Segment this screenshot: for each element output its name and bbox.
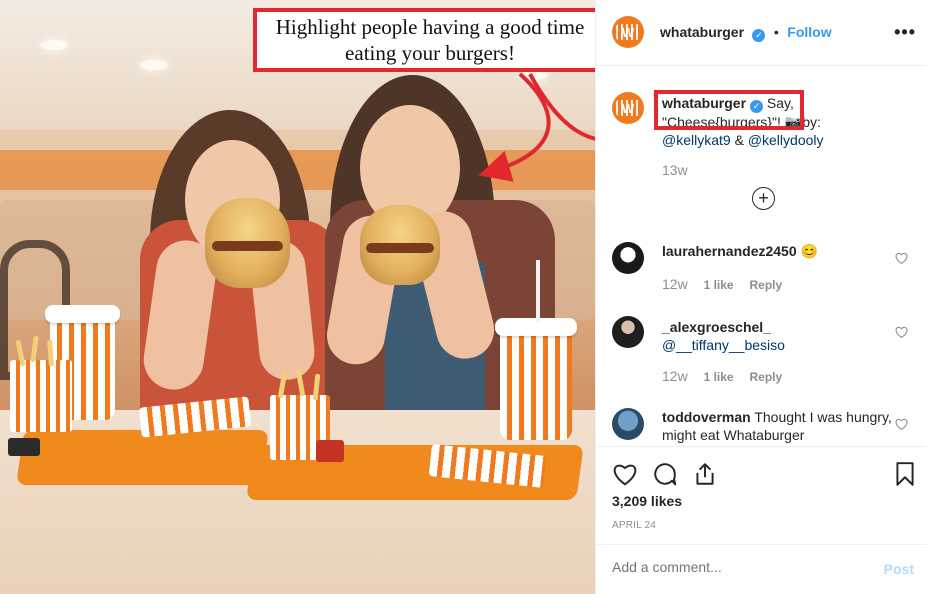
comment-icon[interactable] <box>652 461 678 487</box>
header-username[interactable]: whataburger <box>660 24 744 40</box>
tray <box>16 430 269 485</box>
separator-dot: • <box>773 24 779 40</box>
cup <box>500 330 572 440</box>
whataburger-avatar[interactable] <box>612 16 644 48</box>
comment-time[interactable]: 12w <box>662 368 688 384</box>
reply-button[interactable]: Reply <box>750 278 783 292</box>
verified-check-icon: ✓ <box>752 29 766 42</box>
share-icon[interactable] <box>692 461 718 487</box>
follow-button[interactable]: Follow <box>787 24 831 40</box>
comment-likes[interactable]: 1 like <box>704 278 734 292</box>
ceiling-light <box>140 60 168 70</box>
post-date: APRIL 24 <box>612 520 657 531</box>
post-photo[interactable] <box>0 0 595 594</box>
reply-button[interactable]: Reply <box>750 370 783 384</box>
likes-count[interactable]: 3,209 likes <box>612 493 682 509</box>
comment-heart-icon[interactable] <box>895 326 908 338</box>
ceiling-light <box>40 40 68 50</box>
heart-icon[interactable] <box>612 461 638 487</box>
plus-circle-icon[interactable]: + <box>752 187 775 210</box>
caption-highlight-box <box>654 90 804 130</box>
commenter-avatar[interactable] <box>612 316 644 348</box>
add-comment-input[interactable] <box>612 559 862 575</box>
add-comment-bar: Post <box>596 544 927 594</box>
commenter-avatar[interactable] <box>612 242 644 274</box>
caption-by: by: <box>802 114 821 130</box>
comment-time[interactable]: 12w <box>662 276 688 292</box>
comment-text: 😊 <box>800 243 818 259</box>
bookmark-icon[interactable] <box>892 461 918 487</box>
highlight-callout: Highlight people having a good time eati… <box>253 8 607 72</box>
more-options-icon[interactable]: ••• <box>894 22 916 43</box>
post-header: whataburger ✓ • Follow ••• <box>596 0 927 66</box>
ketchup-cup <box>316 440 344 462</box>
mention-link[interactable]: @__tiffany__besiso <box>662 337 785 353</box>
callout-text: Highlight people having a good time eati… <box>275 15 585 65</box>
fries-box <box>10 360 72 432</box>
burger <box>360 205 440 285</box>
comment-likes[interactable]: 1 like <box>704 370 734 384</box>
comment-item: toddoverman Thought I was hungry, might … <box>596 406 927 446</box>
caption-and: & <box>730 132 748 148</box>
post-actions: 3,209 likes APRIL 24 <box>596 446 927 546</box>
mention-link[interactable]: @kellydooly <box>748 132 824 148</box>
comment-heart-icon[interactable] <box>895 252 908 264</box>
caption-time[interactable]: 13w <box>662 162 688 178</box>
burger <box>205 198 290 288</box>
caption-avatar[interactable] <box>612 92 644 124</box>
commenter-avatar[interactable] <box>612 408 644 440</box>
comment-username[interactable]: _alexgroeschel_ <box>662 319 771 335</box>
comment-username[interactable]: toddoverman <box>662 409 751 425</box>
post-button[interactable]: Post <box>884 561 914 577</box>
sauce-cup <box>8 438 40 456</box>
comment-heart-icon[interactable] <box>895 418 908 430</box>
mention-link[interactable]: @kellykat9 <box>662 132 731 148</box>
comment-username[interactable]: laurahernandez2450 <box>662 243 797 259</box>
